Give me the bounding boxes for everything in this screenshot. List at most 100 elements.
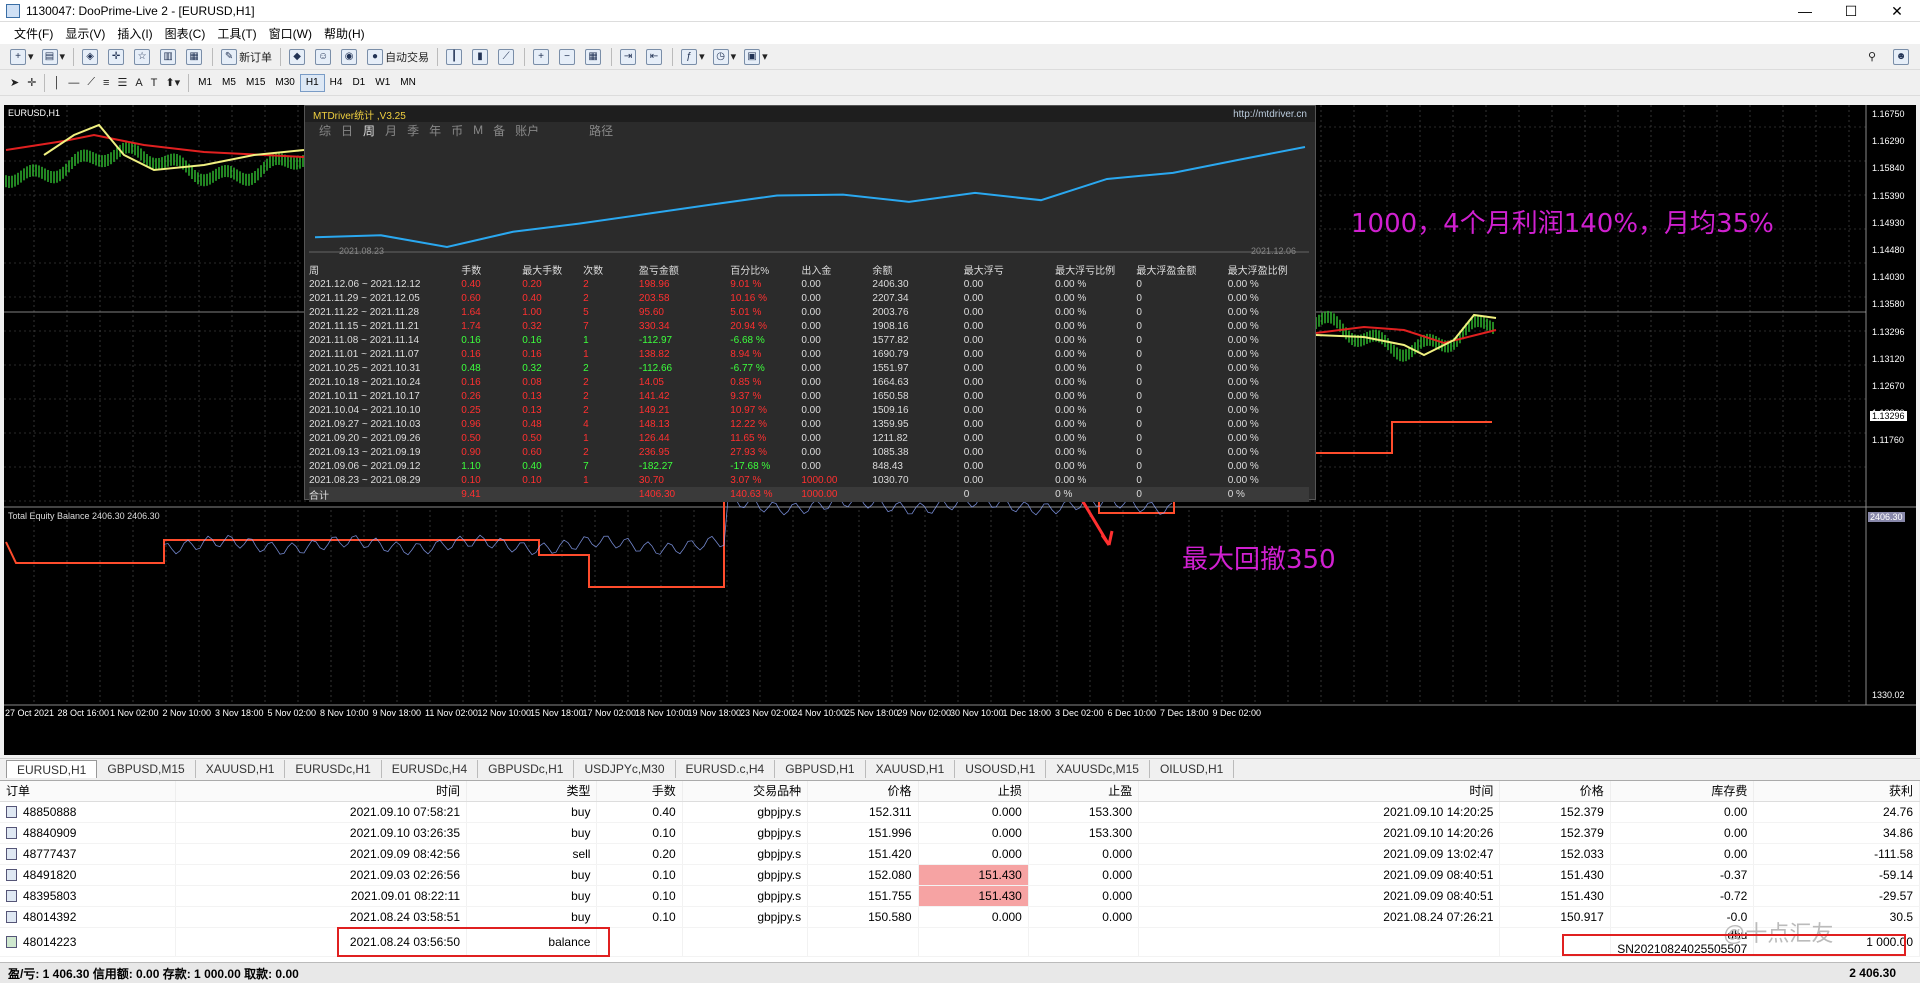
tf-h4[interactable]: H4 — [325, 74, 348, 92]
history-row[interactable]: 48777437 2021.09.09 08:42:56 sell 0.20 gbpjp… — [0, 843, 1920, 865]
crosshair-tool[interactable]: ✛ — [24, 73, 39, 93]
tf-m30[interactable]: M30 — [270, 74, 299, 92]
history-column-header[interactable]: 止盈 — [1028, 781, 1140, 802]
candlestick-button[interactable]: ▮ — [469, 47, 493, 67]
profiles-button[interactable]: ▤ ▾ — [39, 47, 69, 67]
terminal-button[interactable]: ▥ — [157, 47, 181, 67]
menu-tools[interactable]: 工具(T) — [217, 25, 256, 42]
tester-button[interactable]: ▦ — [183, 47, 207, 67]
market-watch-button[interactable]: ◈ — [79, 47, 103, 67]
mtdriver-nav-item[interactable]: M — [473, 123, 483, 137]
fibonacci-tool[interactable]: ☰ — [114, 73, 130, 93]
menu-view[interactable]: 显示(V) — [65, 25, 105, 42]
mtdriver-nav-item[interactable]: 备 — [493, 122, 505, 139]
tf-m15[interactable]: M15 — [241, 74, 270, 92]
menu-help[interactable]: 帮助(H) — [324, 25, 365, 42]
menu-insert[interactable]: 插入(I) — [117, 25, 152, 42]
chart-tab[interactable]: EURUSDc,H1 — [285, 760, 382, 778]
new-order-button[interactable]: ✎ 新订单 — [218, 47, 275, 67]
new-chart-button[interactable]: + ▾ — [7, 47, 37, 67]
chart-tab[interactable]: XAUUSD,H1 — [196, 760, 286, 778]
chart-tab[interactable]: USDJPYc,M30 — [574, 760, 676, 778]
stats-cell: 0.50 — [461, 432, 481, 444]
navigator-button[interactable]: ☆ — [131, 47, 155, 67]
mtdriver-nav-item[interactable]: 路径 — [589, 122, 613, 139]
chart-tab[interactable]: XAUUSDc,M15 — [1046, 760, 1150, 778]
search-button[interactable]: ⚲ — [1865, 47, 1879, 67]
metaeditor-button[interactable]: ◆ — [286, 47, 310, 67]
mtdriver-nav-item[interactable]: 年 — [429, 122, 441, 139]
chart-shift-button[interactable]: ⇤ — [643, 47, 667, 67]
tile-windows-button[interactable]: ▦ — [582, 47, 606, 67]
chart-tab[interactable]: USOUSD,H1 — [955, 760, 1047, 778]
label-tool[interactable]: T — [148, 73, 161, 93]
chart-tab[interactable]: EURUSD.c,H4 — [676, 760, 776, 778]
history-column-header[interactable]: 价格 — [1499, 781, 1611, 802]
community-button[interactable]: ☺ — [312, 47, 336, 67]
indicators-button[interactable]: ƒ ▾ — [678, 47, 708, 67]
text-tool[interactable]: A — [132, 73, 145, 93]
line-chart-button[interactable]: ⟋ — [495, 47, 519, 67]
arrows-tool[interactable]: ⬆ ▾ — [162, 73, 183, 93]
horizontal-line-tool[interactable]: — — [65, 73, 82, 93]
history-row[interactable]: 48395803 2021.09.01 08:22:11 buy 0.10 gbpjpy… — [0, 885, 1920, 907]
history-column-header[interactable]: 止损 — [918, 781, 1029, 802]
mtdriver-nav-item[interactable]: 账户 — [515, 122, 539, 139]
mtdriver-nav-item[interactable]: 周 — [363, 122, 375, 139]
menu-file[interactable]: 文件(F) — [14, 25, 53, 42]
history-column-header[interactable]: 库存费 — [1610, 781, 1755, 802]
history-row[interactable]: 48840909 2021.09.10 03:26:35 buy 0.10 gbpjpy… — [0, 822, 1920, 844]
cursor-tool[interactable]: ➤ — [7, 73, 22, 93]
history-column-header[interactable]: 获利 — [1753, 781, 1920, 802]
zoom-out-button[interactable]: − — [556, 47, 580, 67]
tf-m1[interactable]: M1 — [193, 74, 217, 92]
templates-button[interactable]: ▣ ▾ — [741, 47, 771, 67]
chart-tab[interactable]: GBPUSD,H1 — [775, 760, 866, 778]
mtdriver-url[interactable]: http://mtdriver.cn — [1233, 109, 1307, 120]
trendline-tool[interactable]: ⟋ — [84, 73, 98, 93]
data-window-button[interactable]: ✛ — [105, 47, 129, 67]
mtdriver-nav-item[interactable]: 月 — [385, 122, 397, 139]
signals-button[interactable]: ◉ — [338, 47, 362, 67]
chart-tab[interactable]: GBPUSD,M15 — [97, 760, 196, 778]
vertical-line-tool[interactable]: │ — [50, 73, 63, 93]
history-row[interactable]: 48850888 2021.09.10 07:58:21 buy 0.40 gbpjpy… — [0, 801, 1920, 823]
tf-mn[interactable]: MN — [395, 74, 421, 92]
history-column-header[interactable]: 时间 — [1138, 781, 1501, 802]
menu-charts[interactable]: 图表(C) — [165, 25, 206, 42]
minimize-button[interactable]: — — [1782, 0, 1828, 22]
periods-button[interactable]: ◷ ▾ — [710, 47, 740, 67]
tf-w1[interactable]: W1 — [370, 74, 395, 92]
tf-h1[interactable]: H1 — [299, 73, 325, 92]
auto-scroll-button[interactable]: ⇥ — [617, 47, 641, 67]
chart-tab[interactable]: GBPUSDc,H1 — [478, 760, 575, 778]
chart-tab[interactable]: OILUSD,H1 — [1150, 760, 1235, 778]
close-button[interactable]: ✕ — [1874, 0, 1920, 22]
history-column-header[interactable]: 价格 — [807, 781, 919, 802]
mtdriver-nav-item[interactable]: 综 — [319, 122, 331, 139]
channel-tool[interactable]: ≡ — [100, 73, 112, 93]
menu-window[interactable]: 窗口(W) — [269, 25, 312, 42]
mtdriver-nav-item[interactable]: 季 — [407, 122, 419, 139]
chart-tab[interactable]: EURUSD,H1 — [6, 760, 98, 778]
history-column-header[interactable]: 交易品种 — [682, 781, 809, 802]
auto-trade-button[interactable]: ● 自动交易 — [364, 47, 432, 67]
history-row[interactable]: 48014392 2021.08.24 03:58:51 buy 0.10 gbpjpy… — [0, 906, 1920, 928]
history-column-header[interactable]: 手数 — [596, 781, 683, 802]
history-column-header[interactable]: 时间 — [175, 781, 468, 802]
history-column-header[interactable]: 类型 — [466, 781, 598, 802]
chart-tab[interactable]: XAUUSD,H1 — [866, 760, 956, 778]
chart-tab[interactable]: EURUSDc,H4 — [382, 760, 479, 778]
maximize-button[interactable]: ☐ — [1828, 0, 1874, 22]
zoom-in-button[interactable]: + — [530, 47, 554, 67]
history-row[interactable]: 48491820 2021.09.03 02:26:56 buy 0.10 gbpjpy… — [0, 864, 1920, 886]
chart-window[interactable]: EURUSD,H1 Total Equity Balance 2406.30 2… — [4, 105, 1916, 755]
mtdriver-nav-item[interactable]: 日 — [341, 122, 353, 139]
history-column-header[interactable]: 订单 — [0, 781, 177, 802]
stats-cell: 0.00 — [801, 334, 821, 346]
mtdriver-nav-item[interactable]: 币 — [451, 122, 463, 139]
user-button[interactable]: ☻ — [1890, 47, 1914, 67]
bar-chart-button[interactable]: ┃ — [443, 47, 467, 67]
tf-d1[interactable]: D1 — [347, 74, 370, 92]
tf-m5[interactable]: M5 — [217, 74, 241, 92]
